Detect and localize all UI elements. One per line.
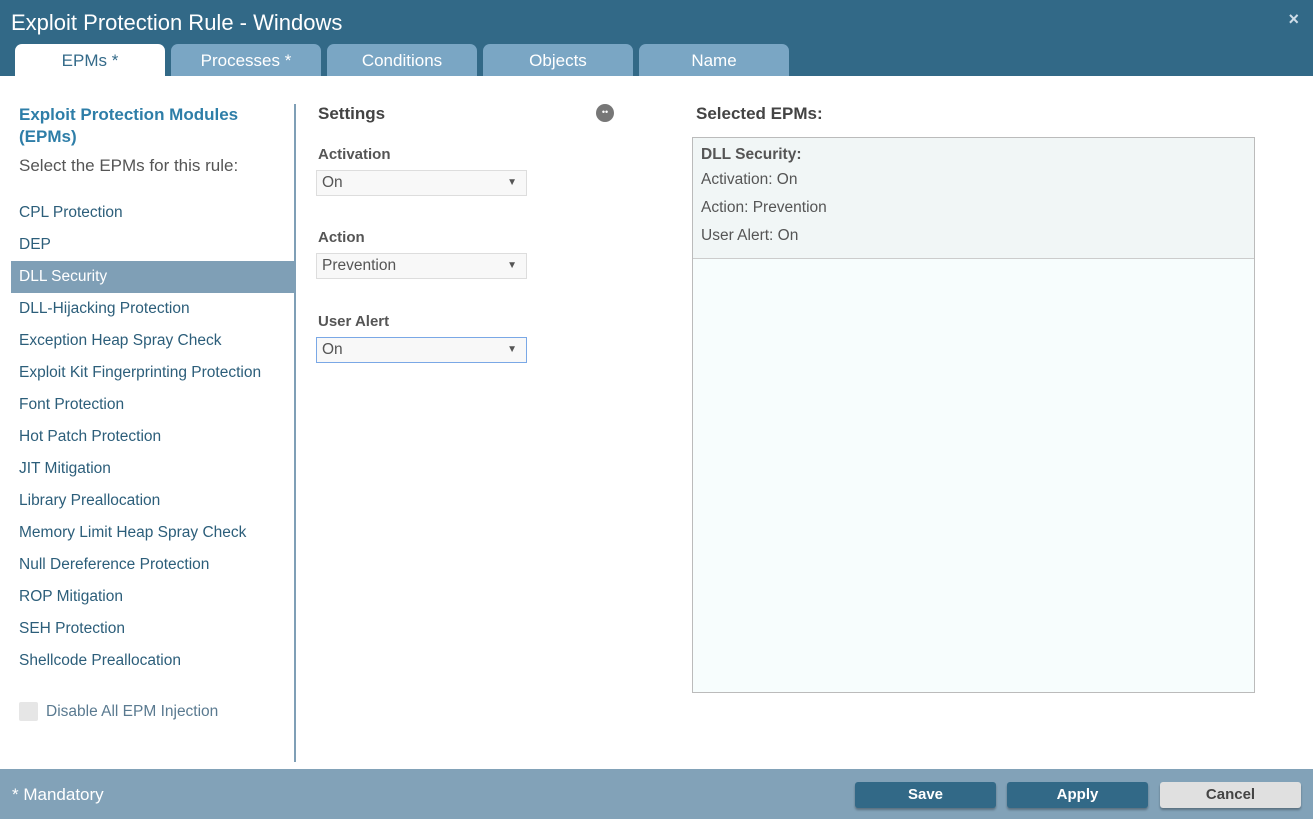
- selected-epm-name: DLL Security:: [701, 146, 802, 163]
- dialog-footer: * Mandatory Save Apply Cancel: [0, 769, 1313, 819]
- checkbox-icon[interactable]: [19, 702, 38, 721]
- epm-list-item[interactable]: DEP: [11, 229, 294, 261]
- save-button[interactable]: Save: [855, 782, 996, 808]
- epm-heading: Exploit Protection Modules (EPMs): [19, 105, 239, 146]
- close-icon[interactable]: ×: [1288, 9, 1299, 30]
- epm-list-item[interactable]: SEH Protection: [11, 613, 294, 645]
- cancel-button[interactable]: Cancel: [1160, 782, 1301, 808]
- selected-epm-action: Action: Prevention: [701, 199, 827, 216]
- user-alert-label: User Alert: [318, 313, 390, 330]
- dialog-title: Exploit Protection Rule - Windows: [11, 10, 343, 35]
- epm-list-item[interactable]: Null Dereference Protection: [11, 549, 294, 581]
- tab-processes[interactable]: Processes *: [171, 44, 321, 76]
- action-value: Prevention: [322, 257, 397, 274]
- epm-list-item[interactable]: ROP Mitigation: [11, 581, 294, 613]
- chevron-down-icon: ▼: [507, 260, 517, 271]
- tab-bar: EPMs * Processes * Conditions Objects Na…: [15, 44, 789, 76]
- user-alert-select[interactable]: On ▼: [316, 337, 527, 363]
- selected-epm-alert: User Alert: On: [701, 227, 799, 244]
- epm-list-item[interactable]: Hot Patch Protection: [11, 421, 294, 453]
- disable-epm-injection-checkbox[interactable]: Disable All EPM Injection: [19, 702, 218, 721]
- tab-name[interactable]: Name: [639, 44, 789, 76]
- tab-conditions[interactable]: Conditions: [327, 44, 477, 76]
- action-select[interactable]: Prevention ▼: [316, 253, 527, 279]
- activation-select[interactable]: On ▼: [316, 170, 527, 196]
- settings-title: Settings: [318, 104, 386, 123]
- selected-epm-entry[interactable]: DLL Security: Activation: On Action: Pre…: [693, 138, 1254, 259]
- epm-list-item[interactable]: JIT Mitigation: [11, 453, 294, 485]
- activation-label: Activation: [318, 146, 391, 163]
- help-icon[interactable]: ••: [596, 104, 614, 122]
- settings-heading: Settings: [318, 104, 618, 124]
- epm-list: CPL Protection DEP DLL Security DLL-Hijacki…: [0, 197, 294, 677]
- activation-value: On: [322, 174, 343, 191]
- epm-list-item[interactable]: Exploit Kit Fingerprinting Protection: [11, 357, 294, 389]
- disable-epm-injection-label: Disable All EPM Injection: [46, 702, 219, 720]
- epm-list-item[interactable]: Shellcode Preallocation: [11, 645, 294, 677]
- tab-epms[interactable]: EPMs *: [15, 44, 165, 76]
- epm-subtitle: Select the EPMs for this rule:: [19, 156, 239, 175]
- epm-list-item[interactable]: Library Preallocation: [11, 485, 294, 517]
- epm-list-item[interactable]: CPL Protection: [11, 197, 294, 229]
- selected-epm-activation: Activation: On: [701, 171, 798, 188]
- mandatory-note: * Mandatory: [12, 785, 104, 804]
- epm-list-panel: Exploit Protection Modules (EPMs) Select…: [0, 104, 294, 721]
- action-label: Action: [318, 229, 365, 246]
- selected-epms-panel: DLL Security: Activation: On Action: Pre…: [692, 137, 1255, 693]
- chevron-down-icon: ▼: [507, 344, 517, 355]
- selected-epms-heading: Selected EPMs:: [696, 104, 823, 123]
- tab-objects[interactable]: Objects: [483, 44, 633, 76]
- panel-divider: [294, 104, 296, 762]
- apply-button[interactable]: Apply: [1007, 782, 1148, 808]
- chevron-down-icon: ▼: [507, 177, 517, 188]
- user-alert-value: On: [322, 341, 343, 358]
- epm-list-item[interactable]: Font Protection: [11, 389, 294, 421]
- epm-list-item[interactable]: DLL Security: [11, 261, 294, 293]
- epm-list-item[interactable]: Memory Limit Heap Spray Check: [11, 517, 294, 549]
- epm-list-item[interactable]: DLL-Hijacking Protection: [11, 293, 294, 325]
- dialog-header: Exploit Protection Rule - Windows × EPMs…: [0, 0, 1313, 76]
- epm-list-item[interactable]: Exception Heap Spray Check: [11, 325, 294, 357]
